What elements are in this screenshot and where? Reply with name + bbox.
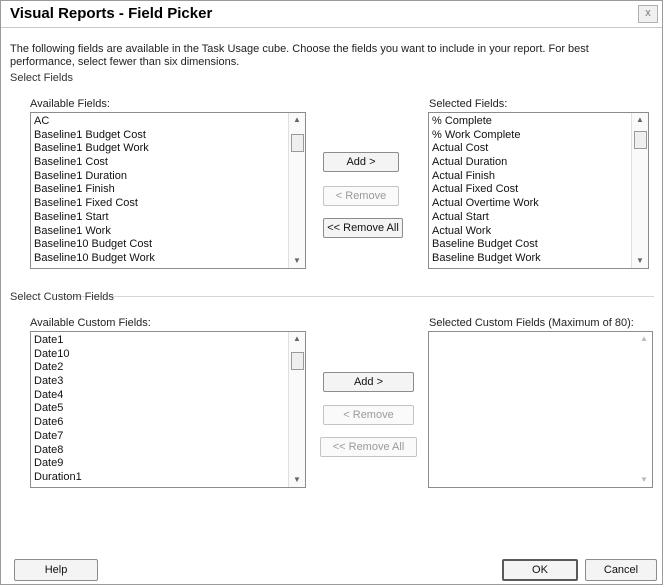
list-item[interactable]: Baseline Budget Work	[432, 252, 630, 266]
scroll-up-arrow-icon[interactable]: ▲	[632, 113, 648, 127]
list-item[interactable]: Date6	[34, 416, 287, 430]
list-item[interactable]: Baseline1 Finish	[34, 183, 287, 197]
list-item[interactable]: Actual Start	[432, 211, 630, 225]
title-bar: Visual Reports - Field Picker x	[1, 1, 662, 28]
ok-button[interactable]: OK	[502, 559, 578, 581]
scroll-up-arrow-icon[interactable]: ▲	[289, 113, 305, 127]
list-item[interactable]: Baseline1 Budget Work	[34, 142, 287, 156]
list-item[interactable]: Baseline1 Duration	[34, 170, 287, 184]
list-item[interactable]: Baseline1 Fixed Cost	[34, 197, 287, 211]
available-fields-items: AC Baseline1 Budget Cost Baseline1 Budget …	[34, 115, 287, 266]
available-fields-scrollbar[interactable]: ▲ ▼	[288, 113, 305, 268]
available-fields-label: Available Fields:	[30, 98, 110, 110]
list-item[interactable]: Baseline1 Work	[34, 225, 287, 239]
list-item[interactable]: % Work Complete	[432, 129, 630, 143]
list-item[interactable]: Date8	[34, 444, 287, 458]
available-custom-fields-items: Date1 Date10 Date2 Date3 Date4 Date5 Date6 Date…	[34, 334, 287, 485]
list-item[interactable]: Actual Overtime Work	[432, 197, 630, 211]
scroll-down-arrow-icon[interactable]: ▼	[289, 254, 305, 268]
section-divider	[61, 296, 654, 297]
list-item[interactable]: Date4	[34, 389, 287, 403]
scroll-up-arrow-icon[interactable]: ▲	[636, 332, 652, 346]
list-item[interactable]: Actual Duration	[432, 156, 630, 170]
scroll-down-arrow-icon[interactable]: ▼	[636, 473, 652, 487]
list-item[interactable]: Date1	[34, 334, 287, 348]
list-item[interactable]: Date10	[34, 348, 287, 362]
dialog-title: Visual Reports - Field Picker	[10, 5, 213, 22]
help-button[interactable]: Help	[14, 559, 98, 581]
list-item[interactable]: Baseline Budget Cost	[432, 238, 630, 252]
select-custom-fields-section-label: Select Custom Fields	[10, 291, 114, 303]
list-item[interactable]: Actual Fixed Cost	[432, 183, 630, 197]
list-item[interactable]: Date5	[34, 402, 287, 416]
add-custom-field-button[interactable]: Add >	[323, 372, 414, 392]
list-item[interactable]: Actual Work	[432, 225, 630, 239]
remove-field-button[interactable]: < Remove	[323, 186, 399, 206]
list-item[interactable]: Date7	[34, 430, 287, 444]
list-item[interactable]: Actual Cost	[432, 142, 630, 156]
selected-fields-label: Selected Fields:	[429, 98, 508, 110]
scroll-down-arrow-icon[interactable]: ▼	[632, 254, 648, 268]
scroll-down-arrow-icon[interactable]: ▼	[289, 473, 305, 487]
scrollbar-thumb[interactable]	[291, 352, 304, 370]
selected-custom-fields-scrollbar[interactable]: ▲ ▼	[636, 332, 652, 487]
list-item[interactable]: Actual Finish	[432, 170, 630, 184]
selected-fields-scrollbar[interactable]: ▲ ▼	[631, 113, 648, 268]
list-item[interactable]: Baseline1 Budget Cost	[34, 129, 287, 143]
available-fields-listbox[interactable]: AC Baseline1 Budget Cost Baseline1 Budget …	[30, 112, 306, 269]
list-item[interactable]: Baseline1 Cost	[34, 156, 287, 170]
scrollbar-thumb[interactable]	[634, 131, 647, 149]
selected-fields-listbox[interactable]: % Complete% Work Complete Actual Cost Actu…	[428, 112, 649, 269]
scroll-up-arrow-icon[interactable]: ▲	[289, 332, 305, 346]
list-item[interactable]: % Complete	[432, 115, 630, 129]
list-item[interactable]: Baseline1 Start	[34, 211, 287, 225]
field-picker-dialog: Visual Reports - Field Picker x The foll…	[0, 0, 663, 585]
select-fields-section-label: Select Fields	[10, 72, 73, 84]
list-item[interactable]: Baseline10 Budget Cost	[34, 238, 287, 252]
add-field-button[interactable]: Add >	[323, 152, 399, 172]
remove-all-fields-button[interactable]: << Remove All	[323, 218, 403, 238]
scrollbar-thumb[interactable]	[291, 134, 304, 152]
selected-custom-fields-listbox[interactable]: ▲ ▼	[428, 331, 653, 488]
list-item[interactable]: AC	[34, 115, 287, 129]
description-text: The following fields are available in th…	[10, 43, 589, 68]
list-item[interactable]: Duration1	[34, 471, 287, 485]
list-item[interactable]: Date2	[34, 361, 287, 375]
list-item[interactable]: Baseline10 Budget Work	[34, 252, 287, 266]
close-button[interactable]: x	[638, 5, 658, 23]
available-custom-fields-scrollbar[interactable]: ▲ ▼	[288, 332, 305, 487]
available-custom-fields-label: Available Custom Fields:	[30, 317, 151, 329]
list-item[interactable]: Date3	[34, 375, 287, 389]
selected-custom-fields-label: Selected Custom Fields (Maximum of 80):	[429, 317, 634, 329]
available-custom-fields-listbox[interactable]: Date1 Date10 Date2 Date3 Date4 Date5 Date6 Date…	[30, 331, 306, 488]
selected-fields-items: % Complete% Work Complete Actual Cost Actu…	[432, 115, 630, 266]
remove-custom-field-button[interactable]: < Remove	[323, 405, 414, 425]
cancel-button[interactable]: Cancel	[585, 559, 657, 581]
remove-all-custom-fields-button[interactable]: << Remove All	[320, 437, 417, 457]
list-item[interactable]: Date9	[34, 457, 287, 471]
